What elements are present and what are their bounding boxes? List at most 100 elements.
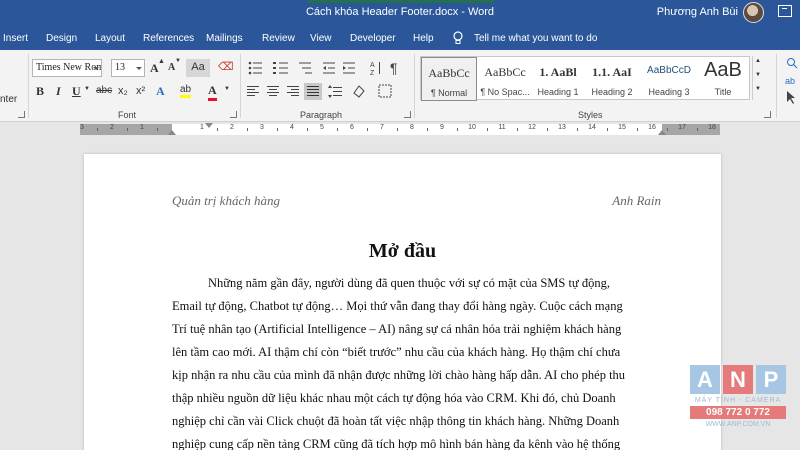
style-sample: AaBbCc <box>428 66 470 80</box>
replace-icon: ab <box>785 76 795 86</box>
chevron-down-icon[interactable]: ▼ <box>84 86 90 92</box>
ruler-tick <box>547 128 548 131</box>
ruler-tick <box>697 128 698 131</box>
styles-gallery: AaBbCc ¶ Normal AaBbCc ¶ No Spac... 1. A… <box>420 56 750 101</box>
style-heading-2[interactable]: 1.1. AaI Heading 2 <box>585 57 639 101</box>
hanging-indent-marker[interactable] <box>168 130 176 135</box>
header-left-text[interactable]: Quản trị khách hàng <box>172 193 280 209</box>
ruler-number: 5 <box>320 124 324 131</box>
first-line-indent-marker[interactable] <box>205 123 213 128</box>
paragraph-launcher-icon[interactable] <box>404 111 411 118</box>
tab-layout[interactable]: Layout <box>95 33 125 44</box>
italic-button[interactable]: I <box>56 84 61 99</box>
tab-mailings[interactable]: Mailings <box>206 33 243 44</box>
anp-phone: 098 772 0 772 <box>690 406 786 419</box>
tab-insert[interactable]: Insert <box>3 33 28 44</box>
avatar[interactable] <box>743 2 764 23</box>
ribbon-display-options-icon[interactable] <box>778 5 792 17</box>
ruler-tick <box>127 128 128 131</box>
document-heading[interactable]: Mở đầu <box>84 240 721 263</box>
style-title[interactable]: AaB Title <box>697 57 749 101</box>
text-effects-button[interactable]: A <box>156 84 165 99</box>
styles-gallery-scroll[interactable]: ▲ ▼ ▼ <box>752 56 764 100</box>
find-icon <box>787 58 798 69</box>
change-case-button[interactable]: Aa <box>186 59 210 77</box>
style-sample: AaBbCc <box>484 65 526 79</box>
paragraph-line[interactable]: Trí tuệ nhân tạo (Artificial Intelligenc… <box>172 322 662 337</box>
paragraph-line[interactable]: lên tầm cao mới. AI thậm chí còn “biết t… <box>172 345 662 360</box>
group-separator <box>414 54 415 118</box>
tab-view[interactable]: View <box>310 33 332 44</box>
style-name: Heading 2 <box>591 87 633 97</box>
superscript-button[interactable]: x² <box>136 85 145 97</box>
style-heading-1[interactable]: 1. AaBl Heading 1 <box>533 57 583 101</box>
right-indent-marker[interactable] <box>658 130 666 135</box>
highlight-button[interactable]: ab <box>180 84 192 98</box>
tab-references[interactable]: References <box>143 33 194 44</box>
strikethrough-button[interactable]: abc <box>96 85 112 96</box>
style-sample: 1.1. AaI <box>592 65 632 79</box>
header-right-text[interactable]: Anh Rain <box>612 193 661 209</box>
chevron-up-icon[interactable]: ▲ <box>755 58 761 64</box>
ruler-number: 18 <box>708 124 716 131</box>
horizontal-ruler[interactable]: 3 2 1 1 2 3 4 5 6 7 8 9 10 11 12 13 14 15 16 17 18 <box>0 123 800 136</box>
tab-developer[interactable]: Developer <box>350 33 396 44</box>
font-size-select[interactable]: 13 <box>111 59 145 77</box>
user-name[interactable]: Phương Anh Bùi <box>657 6 738 18</box>
paragraph-line[interactable]: Những năm gần đây, người dùng đã quen th… <box>208 276 662 291</box>
decrease-indent-icon <box>323 62 335 74</box>
font-group-label: Font <box>118 110 137 120</box>
style-sample: 1. AaBl <box>539 65 577 79</box>
shrink-font-arrow-icon: ▼ <box>175 58 181 64</box>
ruler-number: 3 <box>80 124 84 131</box>
style-heading-3[interactable]: AaBbCcD Heading 3 <box>641 57 697 101</box>
paragraph-line[interactable]: kịp nhận ra nhu cầu của mình đã nhận đượ… <box>172 368 662 383</box>
numbering-icon <box>273 62 288 74</box>
ruler-number: 1 <box>200 124 204 131</box>
paragraph-line[interactable]: nghiệp chỉ cần vài Click chuột đã hoàn t… <box>172 414 662 429</box>
paragraph-group-label: Paragraph <box>300 110 343 120</box>
chevron-down-icon[interactable]: ▼ <box>755 72 761 78</box>
tab-review[interactable]: Review <box>262 33 295 44</box>
ruler-left-margin <box>80 124 172 135</box>
ruler-number: 7 <box>380 124 384 131</box>
paragraph-line[interactable]: Email tự động, Chatbot tự động… Mọi thứ … <box>172 299 662 314</box>
paragraph-line[interactable]: thập nhiều nguồn dữ liệu khác nhau một c… <box>172 391 662 406</box>
style-no-spacing[interactable]: AaBbCc ¶ No Spac... <box>477 57 533 101</box>
lightbulb-icon[interactable] <box>453 31 463 45</box>
bold-button[interactable]: B <box>36 84 44 99</box>
font-color-button[interactable]: A <box>208 83 217 101</box>
document-page[interactable]: Quản trị khách hàng Anh Rain Mở đầu Nhữn… <box>84 154 721 450</box>
clipboard-format-painter-label[interactable]: nter <box>0 94 17 105</box>
paragraph-line[interactable]: nghiệp cung cấp nền tảng CRM cũng đã tíc… <box>172 437 662 450</box>
ruler-tick <box>217 128 218 131</box>
style-normal[interactable]: AaBbCc ¶ Normal <box>421 57 477 101</box>
ruler-number: 17 <box>678 124 686 131</box>
ruler-tick <box>607 128 608 131</box>
anp-letters: A N P <box>690 365 786 395</box>
ruler-tick <box>157 128 158 131</box>
font-name-select[interactable]: Times New Roman <box>32 59 102 77</box>
tab-help[interactable]: Help <box>413 33 434 44</box>
underline-button[interactable]: U <box>72 84 81 99</box>
styles-launcher-icon[interactable] <box>764 111 771 118</box>
select-icon <box>787 91 795 104</box>
group-separator <box>240 54 241 118</box>
align-center-icon <box>267 86 279 96</box>
ruler-tick <box>337 128 338 131</box>
font-launcher-icon[interactable] <box>230 111 237 118</box>
clipboard-launcher-icon[interactable] <box>18 111 25 118</box>
paragraph-row2 <box>247 83 392 100</box>
chevron-down-icon[interactable]: ▼ <box>224 86 230 92</box>
more-styles-icon[interactable]: ▼ <box>755 86 761 92</box>
subscript-button[interactable]: x₂ <box>118 85 128 97</box>
chevron-down-icon <box>93 67 99 70</box>
ruler-tick <box>667 128 668 131</box>
clear-formatting-icon[interactable]: ⌫ <box>218 60 234 73</box>
tell-me-search[interactable]: Tell me what you want to do <box>474 33 597 44</box>
ruler-number: 4 <box>290 124 294 131</box>
ruler-number: 2 <box>110 124 114 131</box>
ruler-tick <box>487 128 488 131</box>
editing-icons: ab <box>785 58 798 104</box>
tab-design[interactable]: Design <box>46 33 77 44</box>
